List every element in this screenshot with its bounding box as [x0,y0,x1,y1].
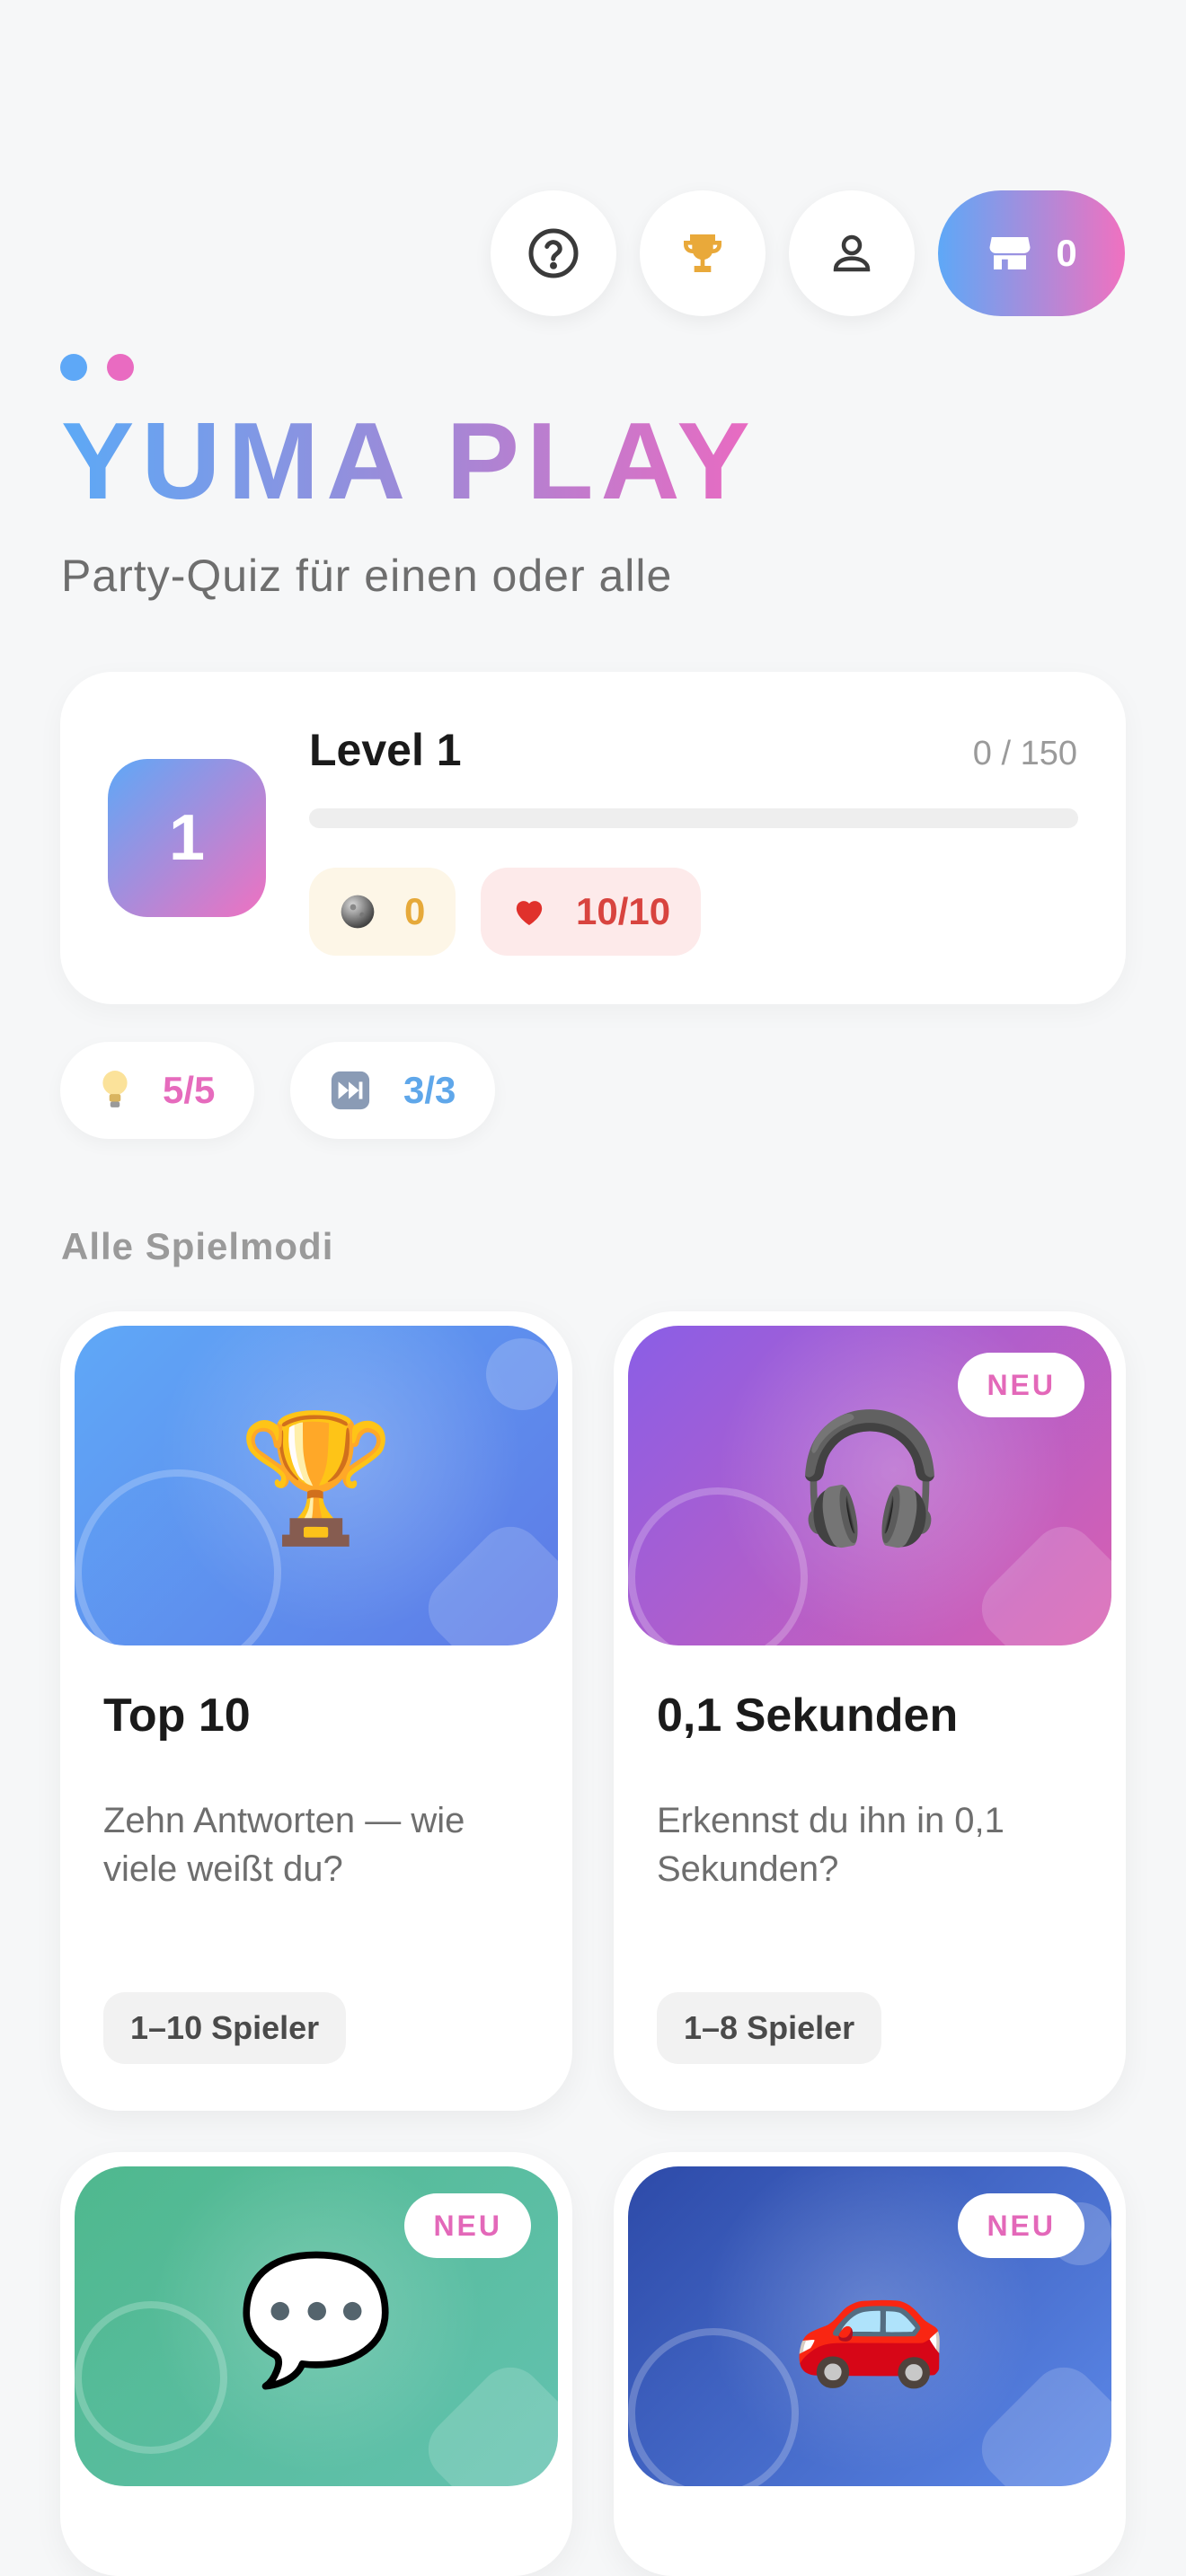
mode-card-car[interactable]: 🚗 NEU [614,2152,1126,2576]
hints-pill[interactable]: 5/5 [60,1042,255,1139]
lightbulb-icon [102,1071,128,1107]
trophy-icon: 🏆 [237,1407,395,1548]
level-badge: 1 [108,759,266,917]
mode-hero: 💬 NEU [75,2166,558,2486]
hints-value: 5/5 [163,1069,216,1111]
coin-icon [341,895,375,929]
mode-description: Erkennst du ihn in 0,1 Sekunden? [657,1801,1005,1889]
profile-button[interactable] [789,190,915,316]
app-subtitle: Party-Quiz für einen oder alle [61,551,673,601]
hearts-chip: 10/10 [481,868,702,956]
brand-dots [60,354,134,381]
level-title: Level 1 [309,725,462,775]
heart-icon [516,901,543,925]
mode-card-01-sekunden[interactable]: 🎧 NEU 0,1 Sekunden Erkennst du ihn in 0,… [614,1311,1126,2111]
skips-value: 3/3 [403,1069,456,1111]
coins-value: 0 [404,890,426,932]
section-title: Alle Spielmodi [61,1225,334,1267]
mode-description: Zehn Antworten — wie viele weißt du? [103,1801,465,1889]
level-xp: 0 / 150 [972,735,1077,772]
level-progress-bar [309,808,1078,828]
mode-title: Top 10 [103,1689,251,1742]
help-button[interactable] [491,190,616,316]
coins-chip: 0 [309,868,456,956]
skips-pill[interactable]: 3/3 [290,1042,496,1139]
new-badge: NEU [958,1353,1084,1417]
shop-button[interactable]: 0 [938,190,1125,316]
new-badge: NEU [404,2193,531,2258]
mode-hero: 🚗 NEU [628,2166,1111,2486]
level-card[interactable]: 1 Level 1 0 / 150 0 10/10 [60,672,1126,1004]
mode-hero: 🏆 [75,1326,558,1645]
mode-card-top10[interactable]: 🏆 Top 10 Zehn Antworten — wie viele weiß… [60,1311,572,2111]
leaderboard-button[interactable] [640,190,766,316]
new-badge: NEU [958,2193,1084,2258]
brand-dot-pink [107,354,134,381]
skip-forward-icon [331,1071,370,1110]
deco-circle [486,1338,558,1410]
shop-count: 0 [1056,232,1077,274]
headphones-icon: 🎧 [791,1407,949,1548]
players-badge: 1–8 Spieler [657,1992,882,2064]
trophy-icon [684,234,721,272]
speech-bubble-icon: 💬 [237,2248,395,2389]
hearts-value: 10/10 [576,890,671,932]
app-title: YUMA PLAY [61,400,757,522]
players-badge: 1–10 Spieler [103,1992,347,2064]
help-icon [528,228,579,278]
car-icon: 🚗 [791,2248,949,2389]
mode-hero: 🎧 NEU [628,1326,1111,1645]
top-action-bar: 0 [491,190,1125,316]
mode-card-chat[interactable]: 💬 NEU [60,2152,572,2576]
brand-dot-blue [60,354,87,381]
profile-icon [833,234,871,272]
mode-title: 0,1 Sekunden [657,1689,959,1742]
shop-icon [989,237,1031,269]
